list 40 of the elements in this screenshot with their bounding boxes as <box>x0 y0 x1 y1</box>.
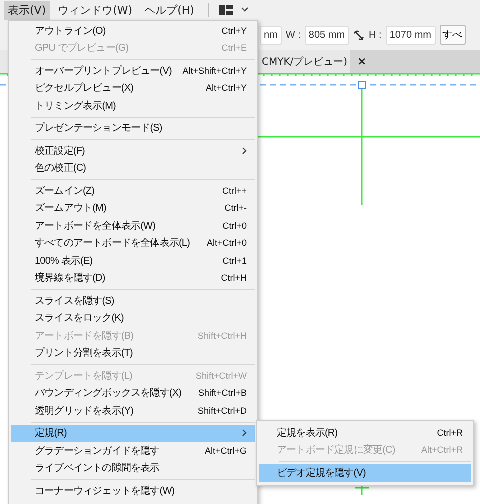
menu-item[interactable]: ライブペイントの隙間を表示 <box>11 460 255 477</box>
menu-item[interactable]: バウンディングボックスを隠す(X) Shift+Ctrl+B <box>11 384 255 402</box>
layout-icon[interactable] <box>219 5 234 15</box>
width-field[interactable]: 805 mm <box>304 26 350 44</box>
menu-item[interactable]: コーナーウィジェットを隠す(W) <box>11 482 255 500</box>
menu-item[interactable]: ズームイン(Z) Ctrl++ <box>11 182 255 200</box>
chevron-right-icon <box>242 146 247 155</box>
menu-item[interactable]: ピクセルプレビュー(X) Alt+Ctrl+Y <box>11 80 255 97</box>
menu-item[interactable]: ビデオ定規を隠す(V) <box>259 464 471 482</box>
x-field[interactable]: nm <box>260 26 282 44</box>
height-label: H : <box>369 30 382 40</box>
chevron-right-icon <box>242 429 247 438</box>
chevron-down-icon[interactable] <box>241 7 250 13</box>
menu-title[interactable]: ヘルプ(H) <box>140 0 198 20</box>
center-handle[interactable] <box>358 82 366 90</box>
menu-item[interactable]: オーバープリントプレビュー(V) Alt+Shift+Ctrl+Y <box>11 62 255 80</box>
menu-item[interactable]: スライスをロック(K) <box>11 310 255 327</box>
menu-item[interactable]: プレゼンテーションモード(S) <box>11 120 255 137</box>
menu-item[interactable]: プリント分割を表示(T) <box>11 344 255 362</box>
menu-item[interactable]: 境界線を隠す(D) Ctrl+H <box>11 270 255 287</box>
menu-item[interactable]: 定規(R) <box>11 424 255 442</box>
menu-title[interactable]: ウィンドウ(W) <box>54 0 137 20</box>
menu-item[interactable]: 校正設定(F) <box>11 142 255 160</box>
menu-item[interactable]: すべてのアートボードを全体表示(L) Alt+Ctrl+0 <box>11 234 255 252</box>
close-button[interactable]: × <box>358 55 367 68</box>
menu-item[interactable]: ズームアウト(M) Ctrl+- <box>11 200 255 217</box>
menu-item[interactable]: 色の校正(C) <box>11 160 255 177</box>
menu-item[interactable]: アウトライン(O) Ctrl+Y <box>11 22 255 40</box>
menu-item[interactable]: 100% 表示(E) Ctrl+1 <box>11 252 255 270</box>
menu-item[interactable]: トリミング表示(M) <box>11 97 255 114</box>
toolbar-button[interactable]: すべ <box>440 25 466 45</box>
menu-item[interactable]: 定規を表示(R) Ctrl+R <box>259 424 471 442</box>
menu-item[interactable]: グラデーションガイドを隠す Alt+Ctrl+G <box>11 442 255 460</box>
menu-item[interactable]: スライスを隠す(S) <box>11 292 255 310</box>
width-label: W : <box>286 30 301 40</box>
tab-title: CMYK/プレビュー) <box>262 56 348 68</box>
height-field[interactable]: 1070 mm <box>386 26 436 44</box>
menu-item[interactable]: アートボードを全体表示(W) Ctrl+0 <box>11 217 255 234</box>
menu-item[interactable]: 透明グリッドを表示(Y) Shift+Ctrl+D <box>11 402 255 420</box>
menu-title[interactable]: 表示(V) <box>4 0 50 20</box>
